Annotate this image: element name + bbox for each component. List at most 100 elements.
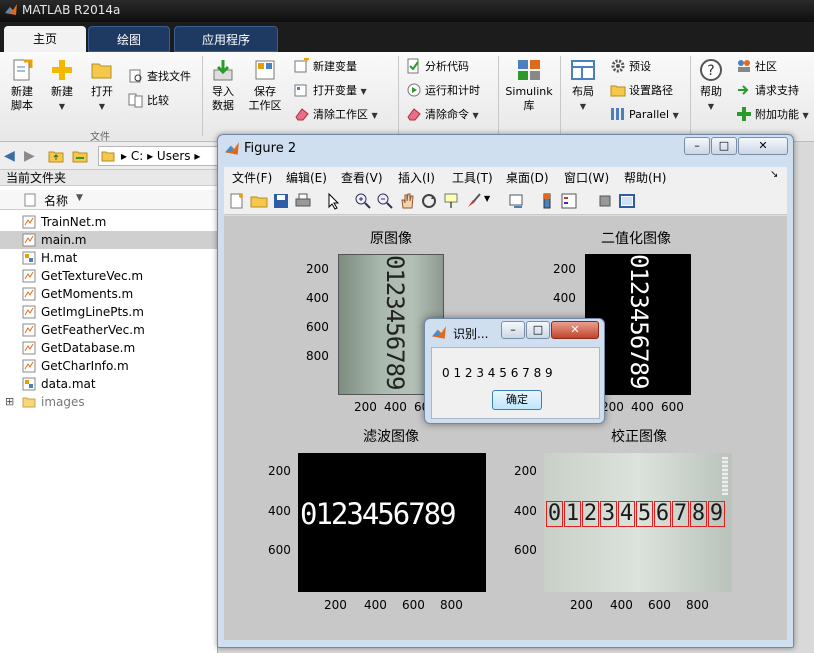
- matlab-title-bar: MATLAB R2014a: [0, 0, 814, 22]
- clear-workspace-button[interactable]: 清除工作区 ▼: [294, 106, 378, 124]
- path-segment-drive[interactable]: C:: [131, 149, 143, 163]
- axes-title-filtered: 滤波图像: [363, 429, 419, 445]
- dialog-maximize-button[interactable]: □: [526, 321, 550, 339]
- dialog-minimize-button[interactable]: –: [501, 321, 525, 339]
- dialog-close-button[interactable]: ✕: [551, 321, 599, 339]
- x-tick: 400: [364, 598, 387, 612]
- brush-icon[interactable]: [464, 192, 482, 210]
- axes-title-binary: 二值化图像: [601, 231, 671, 247]
- rotate-3d-icon[interactable]: [420, 192, 438, 210]
- open-file-icon[interactable]: [250, 192, 268, 210]
- dock-arrow-icon[interactable]: ↘: [770, 169, 778, 180]
- axes-title-original: 原图像: [370, 231, 412, 247]
- link-plot-icon[interactable]: [508, 192, 526, 210]
- data-cursor-icon[interactable]: [442, 192, 460, 210]
- open-variable-button[interactable]: 打开变量 ▼: [294, 82, 367, 100]
- menu-view[interactable]: 查看(V): [341, 169, 383, 186]
- expand-icon[interactable]: ⊞: [5, 393, 14, 411]
- folder-icon: [22, 397, 36, 408]
- pointer-icon[interactable]: [324, 192, 342, 210]
- m-file-icon: [22, 287, 36, 301]
- file-item[interactable]: GetCharInfo.m: [0, 357, 218, 375]
- save-workspace-button[interactable]: 保存 工作区: [246, 58, 284, 113]
- x-tick: 200: [354, 400, 377, 414]
- file-item[interactable]: data.mat: [0, 375, 218, 393]
- preferences-button[interactable]: 预设: [610, 58, 651, 76]
- browse-folder-icon[interactable]: [72, 148, 88, 164]
- path-field[interactable]: ▸ C: ▸ Users ▸: [98, 146, 230, 166]
- char-box: 8: [690, 501, 707, 527]
- community-button[interactable]: 社区: [736, 58, 777, 76]
- menu-desktop[interactable]: 桌面(D): [506, 169, 549, 186]
- save-icon[interactable]: [272, 192, 290, 210]
- new-figure-icon[interactable]: [228, 192, 246, 210]
- simulink-library-button[interactable]: Simulink 库: [504, 58, 554, 113]
- print-icon[interactable]: [294, 192, 312, 210]
- help-button[interactable]: ? 帮助 ▼: [694, 58, 728, 114]
- minimize-button[interactable]: –: [684, 137, 710, 155]
- tab-plots[interactable]: 绘图: [88, 26, 170, 52]
- file-item[interactable]: GetFeatherVec.m: [0, 321, 218, 339]
- menu-help[interactable]: 帮助(H): [624, 169, 666, 186]
- menu-tools[interactable]: 工具(T): [452, 169, 493, 186]
- brush-dropdown-icon[interactable]: ▼: [484, 194, 490, 203]
- file-item[interactable]: GetMoments.m: [0, 285, 218, 303]
- eraser-icon: [295, 108, 309, 121]
- compare-button[interactable]: 比较: [128, 92, 169, 110]
- filtered-image: 0123456789: [298, 453, 486, 592]
- y-tick: 600: [514, 543, 537, 557]
- menu-edit[interactable]: 编辑(E): [286, 169, 327, 186]
- recognition-result: 0 1 2 3 4 5 6 7 8 9: [442, 366, 553, 380]
- back-arrow-icon[interactable]: ◀: [4, 148, 15, 164]
- file-item[interactable]: H.mat: [0, 249, 218, 267]
- import-data-button[interactable]: 导入 数据: [206, 58, 240, 113]
- y-tick: 600: [268, 543, 291, 557]
- hide-plot-tools-icon[interactable]: [596, 192, 614, 210]
- zoom-in-icon[interactable]: [354, 192, 372, 210]
- forward-arrow-icon[interactable]: ▶: [24, 148, 35, 164]
- open-button[interactable]: 打开 ▼: [84, 58, 120, 114]
- file-item[interactable]: TrainNet.m: [0, 213, 218, 231]
- menu-file[interactable]: 文件(F): [232, 169, 272, 186]
- show-plot-tools-icon[interactable]: [618, 192, 636, 210]
- find-files-button[interactable]: 查找文件: [128, 68, 191, 86]
- file-item[interactable]: GetDatabase.m: [0, 339, 218, 357]
- colorbar-icon[interactable]: [538, 192, 556, 210]
- add-ons-button[interactable]: 附加功能 ▼: [736, 106, 809, 124]
- simulink-icon: [518, 60, 540, 80]
- folder-item[interactable]: ⊞ images: [0, 393, 218, 411]
- m-file-icon: [22, 233, 36, 247]
- tab-apps[interactable]: 应用程序: [174, 26, 278, 52]
- request-support-button[interactable]: 请求支持: [736, 82, 799, 100]
- name-column-header[interactable]: 名称 ▼: [0, 190, 218, 210]
- analyze-code-button[interactable]: 分析代码: [406, 58, 469, 76]
- menu-window[interactable]: 窗口(W): [564, 169, 609, 186]
- legend-icon[interactable]: [560, 192, 578, 210]
- figure-toolbar: ▼: [224, 187, 787, 215]
- run-and-time-button[interactable]: 运行和计时: [406, 82, 480, 100]
- folder-icon: [610, 85, 626, 97]
- m-file-icon: [22, 359, 36, 373]
- path-segment-users[interactable]: Users: [157, 149, 191, 163]
- maximize-button[interactable]: □: [711, 137, 737, 155]
- close-button[interactable]: ✕: [738, 137, 788, 155]
- clear-commands-button[interactable]: 清除命令 ▼: [406, 106, 479, 124]
- zoom-out-icon[interactable]: [376, 192, 394, 210]
- eraser-icon: [407, 108, 421, 121]
- ok-button[interactable]: 确定: [492, 390, 542, 410]
- new-button[interactable]: 新建 ▼: [44, 58, 80, 114]
- tab-home[interactable]: 主页: [4, 26, 86, 52]
- file-item[interactable]: GetImgLinePts.m: [0, 303, 218, 321]
- layout-button[interactable]: 布局 ▼: [566, 58, 600, 114]
- m-file-icon: [22, 305, 36, 319]
- file-item[interactable]: GetTextureVec.m: [0, 267, 218, 285]
- set-path-button[interactable]: 设置路径: [610, 82, 673, 100]
- file-item-selected[interactable]: main.m: [0, 231, 218, 249]
- new-script-button[interactable]: 新建 脚本: [4, 58, 40, 113]
- pan-hand-icon[interactable]: [398, 192, 416, 210]
- m-file-icon: [22, 341, 36, 355]
- menu-insert[interactable]: 插入(I): [398, 169, 435, 186]
- parallel-button[interactable]: Parallel ▼: [610, 106, 679, 124]
- up-folder-icon[interactable]: [48, 148, 64, 164]
- new-variable-button[interactable]: 新建变量: [294, 58, 357, 76]
